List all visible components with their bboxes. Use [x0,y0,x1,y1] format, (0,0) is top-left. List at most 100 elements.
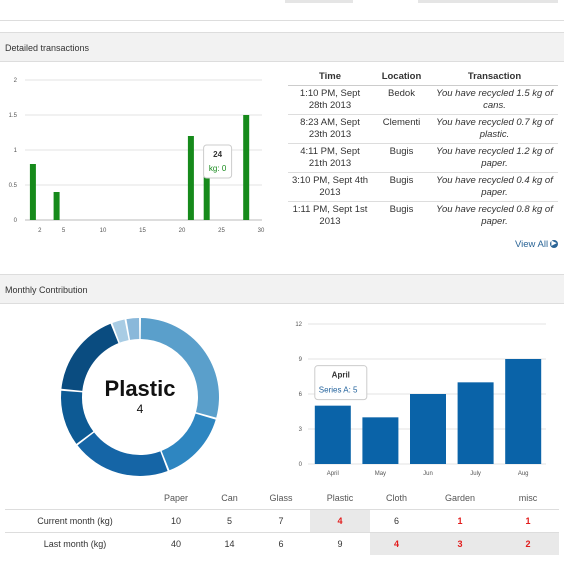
donut-center-value: 4 [137,402,144,416]
bar [457,382,494,464]
donut-slice [161,413,216,471]
row-label: Current month (kg) [5,509,145,533]
bar [53,192,60,220]
tooltip-title: 24 [213,150,222,159]
bar [314,405,351,464]
cell-garden: 3 [423,532,497,555]
bar [187,136,194,220]
chart-tooltip: April Series A: 5 [314,365,368,401]
bar [505,359,542,464]
y-tick-label: 0 [299,462,303,468]
cell-plastic: 9 [310,532,370,555]
cell-can: 14 [207,532,252,555]
x-tick-label: Aug [518,471,529,477]
y-tick-label: 1 [14,148,18,154]
transaction-row: 3:10 PM, Sept 4th 2013 Bugis You have re… [288,172,558,202]
category-donut-chart: Plastic4 [61,318,219,476]
col-transaction: Transaction [431,69,558,86]
donut-slice [61,390,94,444]
y-tick-label: 2 [14,78,18,84]
x-tick-label: 2 [38,228,42,234]
cell-location: Bedok [388,88,415,99]
transaction-row: 1:10 PM, Sept 28th 2013 Bedok You have r… [288,86,558,115]
cell-time: 8:23 AM, Sept 23th 2013 [288,114,372,144]
col-empty [5,487,145,510]
x-tick-label: May [375,471,386,477]
cell-transaction: You have recycled 1.5 kg of cans. [436,88,553,111]
monthly-panel-title: Monthly Contribution [0,274,564,304]
top-tab-a[interactable] [285,0,353,3]
cell-location: Bugis [372,172,431,202]
daily-recycling-chart: 00.511.522 5 10 15 20 25 3024kg: 0 [9,78,265,234]
transactions-table: Time Location Transaction 1:10 PM, Sept … [288,69,558,230]
col-glass: Glass [269,493,293,503]
x-tick-label: 10 [100,228,107,234]
cell-cloth: 4 [370,532,423,555]
donut-slice [126,318,140,340]
col-time: Time [288,69,372,86]
cell-glass: 7 [252,509,310,533]
y-tick-label: 9 [299,357,303,363]
y-tick-label: 6 [299,392,303,398]
cell-paper: 40 [145,532,207,555]
bar [243,115,250,220]
donut-slice [140,318,219,418]
cell-paper: 10 [145,509,207,533]
view-all-label[interactable]: View All [515,239,548,250]
cell-glass: 6 [252,532,310,555]
transaction-row: 4:11 PM, Sept 21th 2013 Bugis You have r… [288,143,558,173]
x-tick-label: 30 [258,228,265,234]
arrow-right-icon: ▶ [550,240,559,249]
view-all-link[interactable]: View All ▶ [515,239,559,250]
donut-center-label: Plastic [105,376,176,401]
cell-cloth: 6 [370,509,423,533]
cell-time: 1:10 PM, Sept 28th 2013 [299,88,361,111]
cell-transaction: You have recycled 0.8 kg of paper. [431,201,558,230]
y-tick-label: 0.5 [9,183,18,189]
col-misc: misc [518,493,538,503]
y-tick-label: 1.5 [9,113,18,119]
x-tick-label: Jun [423,471,433,477]
top-strip [0,0,564,21]
cell-time: 3:10 PM, Sept 4th 2013 [288,172,372,202]
cell-location: Bugis [372,143,431,173]
cell-misc: 1 [497,509,559,533]
row-label: Last month (kg) [5,532,145,555]
col-plastic: Plastic [326,493,354,503]
y-tick-label: 3 [299,427,303,433]
bar [362,417,399,464]
cell-plastic: 4 [310,509,370,533]
col-can: Can [221,493,238,503]
tooltip-text: Series A: 5 [319,386,358,395]
bar [410,394,446,464]
y-tick-label: 0 [14,218,18,224]
y-tick-label: 12 [295,322,302,328]
transaction-row: 8:23 AM, Sept 23th 2013 Clementi You hav… [288,114,558,144]
cell-transaction: You have recycled 0.4 kg of paper. [431,172,558,202]
cell-can: 5 [207,509,252,533]
cell-garden: 1 [423,509,497,533]
current-month-row: Current month (kg) 10 5 7 4 6 1 1 [5,509,559,533]
chart-tooltip: 24 kg: 0 [203,144,233,179]
transaction-row: 1:11 PM, Sept 1st 2013 Bugis You have re… [288,201,558,230]
col-garden: Garden [444,493,476,503]
x-tick-label: July [470,471,481,477]
col-paper: Paper [163,493,189,503]
cell-location: Bugis [372,201,431,230]
x-tick-label: 20 [179,228,186,234]
cell-time: 4:11 PM, Sept 21th 2013 [288,143,372,173]
x-tick-label: 25 [218,228,225,234]
cell-location: Clementi [372,114,431,144]
contribution-table: Paper Can Glass Plastic Cloth Garden mis… [5,487,559,555]
x-tick-label: 15 [139,228,146,234]
tooltip-title: April [332,371,350,380]
monthly-bar-chart: 0 3 6 9 12 April May Jun July Aug April Series A: 5 [295,322,546,477]
col-location: Location [372,69,431,86]
bar [29,164,36,220]
transactions-panel-title: Detailed transactions [0,32,564,62]
top-tab-b[interactable] [418,0,558,3]
last-month-row: Last month (kg) 40 14 6 9 4 3 2 [5,532,559,555]
col-cloth: Cloth [385,493,407,503]
cell-misc: 2 [497,532,559,555]
cell-transaction: You have recycled 1.2 kg of paper. [431,143,558,173]
